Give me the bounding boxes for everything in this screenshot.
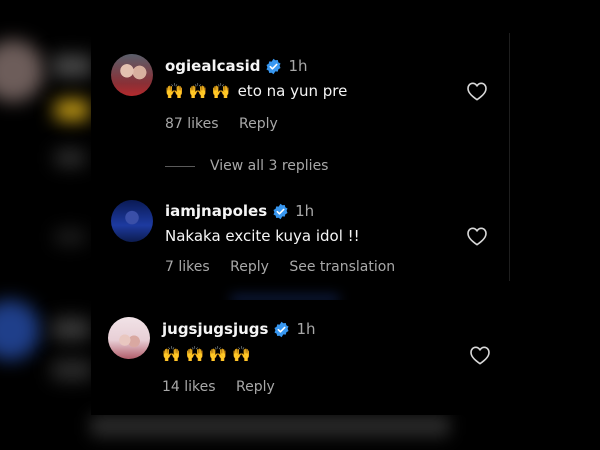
timestamp: 1h [295,202,315,220]
comment-text: 🙌 🙌 🙌 eto na yun pre [165,82,347,100]
comment-header: jugsjugsjugs 1h [162,320,316,338]
view-replies-label: View all 3 replies [210,158,329,174]
username[interactable]: ogiealcasid [165,57,260,75]
comment-actions: 87 likes Reply [165,116,294,132]
blurred-emoji [55,100,89,120]
blurred-text [55,150,85,166]
raising-hands-emoji: 🙌 🙌 🙌 [165,82,231,100]
comment-text: Nakaka excite kuya idol !! [165,227,360,245]
comment-header: iamjnapoles 1h [165,202,314,220]
avatar[interactable] [111,200,153,242]
blurred-text [52,360,92,380]
timestamp: 1h [296,320,316,338]
blurred-text [52,55,92,77]
comment-actions: 14 likes Reply [162,379,291,395]
comment-text: 🙌 🙌 🙌 🙌 [162,345,254,363]
verified-badge-icon [266,58,281,74]
username[interactable]: jugsjugsjugs [162,320,268,338]
view-replies-button[interactable]: View all 3 replies [165,158,328,174]
comment-thread-card: ogiealcasid 1h 🙌 🙌 🙌 eto na yun pre 87 l… [91,33,510,281]
comment-actions: 7 likes Reply See translation [165,259,411,275]
avatar[interactable] [111,54,153,96]
divider-line [165,165,195,167]
blurred-actions [90,415,450,437]
blurred-text [55,230,85,244]
heart-icon[interactable] [469,345,491,365]
verified-badge-icon [273,203,288,219]
blurred-avatar [0,40,44,102]
likes-count[interactable]: 7 likes [165,259,210,275]
likes-count[interactable]: 87 likes [165,116,219,132]
reply-button[interactable]: Reply [236,379,275,395]
reply-button[interactable]: Reply [230,259,269,275]
avatar[interactable] [108,317,150,359]
timestamp: 1h [288,57,308,75]
reply-button[interactable]: Reply [239,116,278,132]
comment-message: Nakaka excite kuya idol !! [165,227,360,245]
blurred-avatar [0,300,40,360]
verified-badge-icon [274,321,289,337]
username[interactable]: iamjnapoles [165,202,267,220]
raising-hands-emoji: 🙌 🙌 🙌 🙌 [162,345,252,363]
comment-card: jugsjugsjugs 1h 🙌 🙌 🙌 🙌 14 likes Reply [91,300,509,415]
comment-message: eto na yun pre [237,82,348,100]
likes-count[interactable]: 14 likes [162,379,216,395]
heart-icon[interactable] [466,226,488,246]
see-translation-button[interactable]: See translation [289,259,395,275]
heart-icon[interactable] [466,81,488,101]
blurred-text [52,318,90,340]
comment-header: ogiealcasid 1h [165,57,308,75]
